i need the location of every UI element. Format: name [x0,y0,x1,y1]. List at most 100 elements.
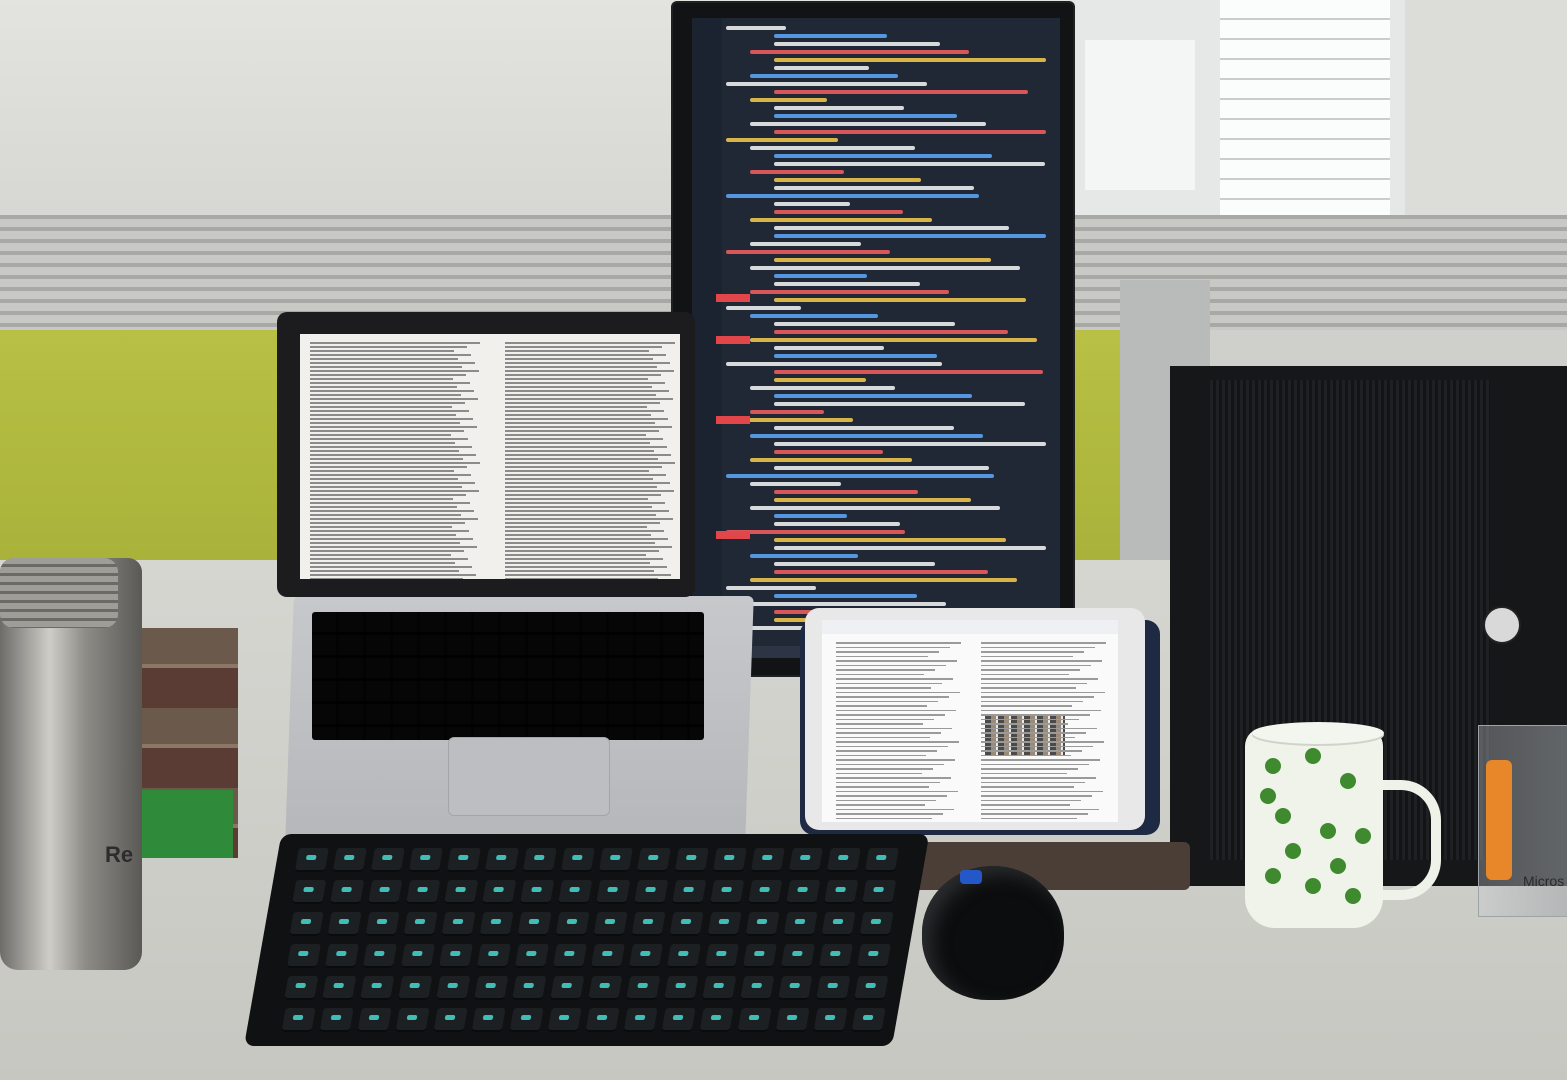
keyboard-key[interactable] [522,848,557,872]
keyboard-key[interactable] [737,1008,772,1032]
keyboard-key[interactable] [666,944,701,968]
keyboard-key[interactable] [598,848,633,872]
keyboard-key[interactable] [702,976,737,1000]
keyboard-key[interactable] [864,848,899,872]
keyboard-key[interactable] [433,1008,468,1032]
keyboard-key[interactable] [368,880,403,904]
keyboard-key[interactable] [590,944,625,968]
keyboard-key[interactable] [444,880,479,904]
keyboard-key[interactable] [479,912,514,936]
keyboard-key[interactable] [585,1008,620,1032]
keyboard-key[interactable] [661,1008,696,1032]
keyboard-key[interactable] [370,848,405,872]
keyboard-key[interactable] [710,880,745,904]
keyboard-key[interactable] [818,944,853,968]
keyboard-key[interactable] [788,848,823,872]
keyboard-key[interactable] [558,880,593,904]
keyboard-key[interactable] [408,848,443,872]
code-editor-screen[interactable] [692,18,1060,658]
keyboard-key[interactable] [816,976,851,1000]
keyboard-key[interactable] [520,880,555,904]
keyboard-key[interactable] [813,1008,848,1032]
keyboard-key[interactable] [332,848,367,872]
keyboard-key[interactable] [596,880,631,904]
laptop-screen-paper[interactable] [300,334,680,579]
keyboard-key[interactable] [634,880,669,904]
keyboard-key[interactable] [322,976,357,1000]
keyboard-key[interactable] [362,944,397,968]
keyboard-key[interactable] [438,944,473,968]
keyboard-key[interactable] [778,976,813,1000]
keyboard-key[interactable] [745,912,780,936]
keyboard-key[interactable] [748,880,783,904]
keyboard-key[interactable] [552,944,587,968]
keyboard-key[interactable] [626,976,661,1000]
keyboard-key[interactable] [514,944,549,968]
keyboard-key[interactable] [631,912,666,936]
keyboard-key[interactable] [674,848,709,872]
keyboard-key[interactable] [474,976,509,1000]
keyboard-key[interactable] [446,848,481,872]
keyboard-key[interactable] [826,848,861,872]
laptop-keyboard[interactable] [312,612,704,740]
keyboard-key[interactable] [395,1008,430,1032]
keyboard-key[interactable] [476,944,511,968]
keyboard-key[interactable] [403,912,438,936]
keyboard-key[interactable] [862,880,897,904]
keyboard-key[interactable] [319,1008,354,1032]
keyboard-key[interactable] [289,912,324,936]
keyboard-key[interactable] [286,944,321,968]
keyboard-key[interactable] [628,944,663,968]
keyboard-key[interactable] [327,912,362,936]
keyboard-key[interactable] [324,944,359,968]
keyboard-key[interactable] [588,976,623,1000]
keyboard-key[interactable] [775,1008,810,1032]
keyboard-key[interactable] [555,912,590,936]
keyboard-key[interactable] [783,912,818,936]
keyboard-key[interactable] [859,912,894,936]
keyboard-key[interactable] [699,1008,734,1032]
keyboard-key[interactable] [851,1008,886,1032]
mechanical-keyboard[interactable] [244,834,930,1046]
keyboard-key[interactable] [672,880,707,904]
keyboard-key[interactable] [824,880,859,904]
keyboard-key[interactable] [294,848,329,872]
tablet-reader-toolbar[interactable] [822,620,1118,634]
keyboard-key[interactable] [786,880,821,904]
keyboard-key[interactable] [742,944,777,968]
keyboard-key[interactable] [780,944,815,968]
keyboard-key[interactable] [707,912,742,936]
keyboard-key[interactable] [623,1008,658,1032]
keyboard-key[interactable] [284,976,319,1000]
keyboard-key[interactable] [436,976,471,1000]
laptop-trackpad[interactable] [448,737,610,816]
keyboard-key[interactable] [509,1008,544,1032]
keyboard-key[interactable] [740,976,775,1000]
keyboard-key[interactable] [704,944,739,968]
keyboard-key[interactable] [593,912,628,936]
keyboard-key[interactable] [512,976,547,1000]
keyboard-key[interactable] [712,848,747,872]
keyboard-key[interactable] [357,1008,392,1032]
keyboard-key[interactable] [400,944,435,968]
tablet-screen-paper[interactable] [822,620,1118,822]
keyboard-key[interactable] [441,912,476,936]
keyboard-key[interactable] [398,976,433,1000]
keyboard-key[interactable] [484,848,519,872]
keyboard-key[interactable] [406,880,441,904]
keyboard-key[interactable] [856,944,891,968]
keyboard-key[interactable] [636,848,671,872]
keyboard-key[interactable] [854,976,889,1000]
keyboard-key[interactable] [365,912,400,936]
keyboard-key[interactable] [471,1008,506,1032]
keyboard-key[interactable] [669,912,704,936]
keyboard-key[interactable] [281,1008,316,1032]
keyboard-key[interactable] [664,976,699,1000]
keyboard-key[interactable] [360,976,395,1000]
keyboard-key[interactable] [292,880,327,904]
keyboard-key[interactable] [482,880,517,904]
keyboard-key[interactable] [750,848,785,872]
keyboard-key[interactable] [547,1008,582,1032]
mouse[interactable] [922,866,1064,1000]
keyboard-key[interactable] [821,912,856,936]
